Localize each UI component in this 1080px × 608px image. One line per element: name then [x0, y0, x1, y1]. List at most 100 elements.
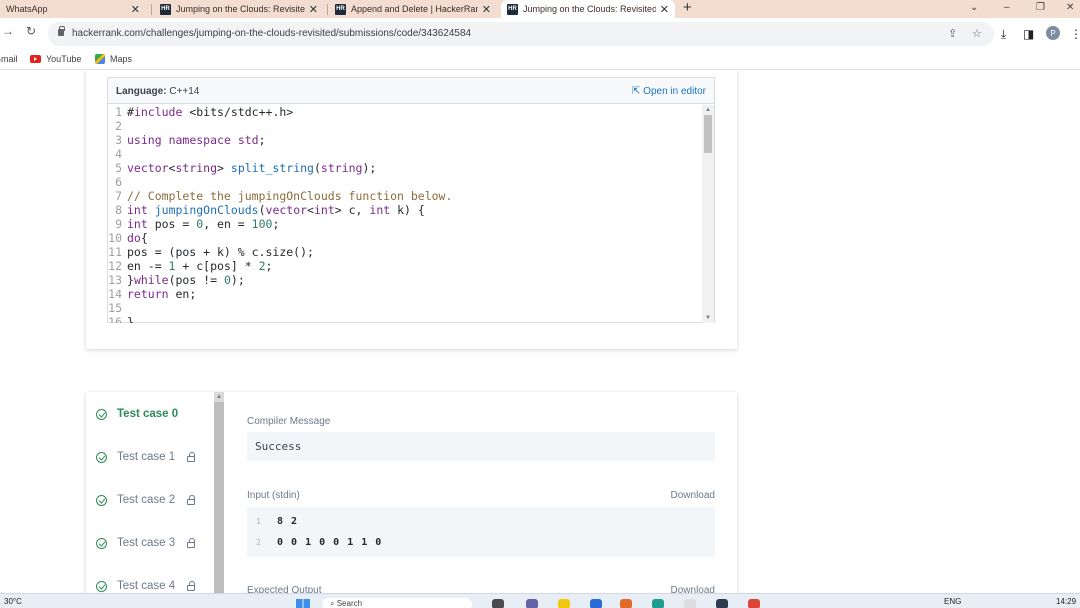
- compiler-message-box: Success: [247, 432, 715, 461]
- check-circle-icon: [96, 537, 107, 549]
- test-case-2[interactable]: Test case 2: [96, 490, 196, 510]
- tab-jumping-clouds-active[interactable]: HR Jumping on the Clouds: Revisited ✕: [501, 0, 675, 18]
- bookmark-star-icon[interactable]: ☆: [972, 27, 982, 40]
- share-icon[interactable]: ⇪: [948, 27, 957, 40]
- restore-icon[interactable]: ❐: [1036, 0, 1045, 18]
- test-case-detail: Compiler Message Success Input (stdin) D…: [247, 392, 715, 593]
- code-line: 5 vector<string> split_string(string);: [108, 161, 704, 175]
- chrome-icon[interactable]: [748, 599, 760, 608]
- language-indicator: Language: C++14: [116, 86, 199, 97]
- hackerrank-icon: HR: [335, 3, 346, 15]
- url-text[interactable]: hackerrank.com/challenges/jumping-on-the…: [72, 28, 471, 39]
- window-close-icon[interactable]: ✕: [1066, 0, 1074, 18]
- menu-kebab-icon[interactable]: ⋮: [1070, 27, 1080, 41]
- tab-title: Jumping on the Clouds: Revisited: [523, 4, 656, 14]
- code-text: pos = (pos + k) % c.size();: [127, 245, 314, 259]
- scroll-thumb[interactable]: [704, 115, 712, 153]
- close-icon[interactable]: ✕: [131, 3, 140, 16]
- amazon-icon[interactable]: [684, 599, 696, 608]
- test-list-scrollbar[interactable]: ▲: [214, 392, 224, 593]
- test-case-4[interactable]: Test case 4: [96, 576, 196, 593]
- taskbar-search[interactable]: ⌕ Search: [322, 598, 472, 608]
- code-text: }: [127, 315, 134, 323]
- lock-icon[interactable]: [58, 26, 65, 36]
- close-icon[interactable]: ✕: [660, 3, 669, 16]
- test-case-1[interactable]: Test case 1: [96, 447, 196, 467]
- line-number: 1: [115, 105, 122, 119]
- check-circle-icon: [96, 408, 107, 420]
- code-text: en -= 1 + c[pos] * 2;: [127, 259, 273, 273]
- code-line: 8 int jumpingOnClouds(vector<int> c, int …: [108, 203, 704, 217]
- windows-start-icon[interactable]: [296, 599, 310, 608]
- edge-icon[interactable]: [652, 599, 664, 608]
- bookmark-label: YouTube: [46, 54, 82, 64]
- teams-icon[interactable]: [526, 599, 538, 608]
- hackerrank-icon: HR: [507, 3, 518, 15]
- submission-code-card: Language: C++14 ⇱ Open in editor 1 #inclu…: [86, 71, 737, 349]
- code-line: 1 #include <bits/stdc++.h>: [108, 105, 704, 119]
- youtube-icon: [30, 55, 41, 63]
- close-icon[interactable]: ✕: [482, 3, 491, 16]
- tab-search-icon[interactable]: ⌄: [970, 0, 978, 18]
- code-line: 7 // Complete the jumpingOnClouds functio…: [108, 189, 704, 203]
- check-circle-icon: [96, 494, 107, 506]
- line-number: 3: [115, 133, 122, 147]
- code-line: 16}: [108, 315, 704, 323]
- bookmark-maps[interactable]: Maps: [95, 54, 132, 64]
- input-line-number: 2: [256, 537, 261, 547]
- forward-icon[interactable]: →: [2, 24, 14, 38]
- code-line: 4: [108, 147, 704, 161]
- code-header: Language: C++14 ⇱ Open in editor: [108, 78, 714, 104]
- line-number: 13: [108, 273, 122, 287]
- input-line-text: 8 2: [277, 515, 299, 527]
- tab-jumping-clouds-1[interactable]: HR Jumping on the Clouds: Revisited ✕: [154, 0, 324, 18]
- tab-title: Jumping on the Clouds: Revisited: [176, 4, 305, 14]
- test-case-0[interactable]: Test case 0: [96, 404, 178, 424]
- hackerrank-icon: HR: [160, 3, 171, 15]
- tab-append-delete[interactable]: HR Append and Delete | HackerRank ✕: [329, 0, 497, 18]
- line-number: 4: [115, 147, 122, 161]
- test-results-card: Test case 0 Test case 1 Test case 2 Test…: [86, 392, 737, 593]
- code-scrollbar[interactable]: ▲ ▼: [702, 105, 714, 323]
- scroll-up-icon[interactable]: ▲: [705, 107, 711, 113]
- side-panel-icon[interactable]: ◨: [1023, 27, 1034, 41]
- language-value: C++14: [169, 86, 200, 97]
- scroll-thumb[interactable]: [214, 402, 224, 593]
- test-case-3[interactable]: Test case 3: [96, 533, 196, 553]
- input-download-link[interactable]: Download: [671, 490, 715, 501]
- open-in-editor-link[interactable]: ⇱ Open in editor: [632, 86, 706, 97]
- system-clock[interactable]: 14:29: [1056, 597, 1076, 606]
- line-number: 2: [115, 119, 122, 133]
- line-number: 7: [115, 189, 122, 203]
- download-icon[interactable]: ⤓: [1001, 27, 1006, 42]
- line-number: 14: [108, 287, 122, 301]
- file-explorer-icon[interactable]: [558, 599, 570, 608]
- output-download-link[interactable]: Download: [671, 585, 715, 593]
- code-area[interactable]: 1 #include <bits/stdc++.h> 2 3 using namespa…: [108, 105, 704, 323]
- scroll-down-icon[interactable]: ▼: [705, 315, 711, 321]
- app-icon[interactable]: [620, 599, 632, 608]
- store-icon[interactable]: [590, 599, 602, 608]
- lock-icon: [187, 495, 196, 505]
- reload-icon[interactable]: ↻: [26, 24, 36, 38]
- input-line: 2 0 0 1 0 0 1 1 0: [247, 534, 382, 550]
- close-icon[interactable]: ✕: [309, 3, 318, 16]
- task-view-icon[interactable]: [492, 599, 504, 608]
- minimize-icon[interactable]: –: [1004, 0, 1010, 18]
- dropbox-icon[interactable]: [716, 599, 728, 608]
- windows-taskbar: 30°C ⌕ Search ENG 14:29: [0, 593, 1080, 608]
- weather-temperature[interactable]: 30°C: [4, 597, 22, 606]
- code-line: 3 using namespace std;: [108, 133, 704, 147]
- expected-output-label: Expected Output: [247, 585, 322, 593]
- profile-avatar[interactable]: P: [1046, 26, 1060, 40]
- scroll-up-icon[interactable]: ▲: [216, 394, 222, 400]
- bookmark-gmail[interactable]: Gmail: [0, 54, 18, 64]
- compiler-message-label: Compiler Message: [247, 416, 331, 427]
- tab-whatsapp[interactable]: WhatsApp ✕: [0, 0, 146, 18]
- line-number: 6: [115, 175, 122, 189]
- bookmark-youtube[interactable]: YouTube: [30, 54, 81, 64]
- input-language[interactable]: ENG: [944, 597, 961, 606]
- code-text: do{: [127, 231, 148, 245]
- lock-icon: [187, 581, 196, 591]
- new-tab-button[interactable]: +: [683, 0, 692, 18]
